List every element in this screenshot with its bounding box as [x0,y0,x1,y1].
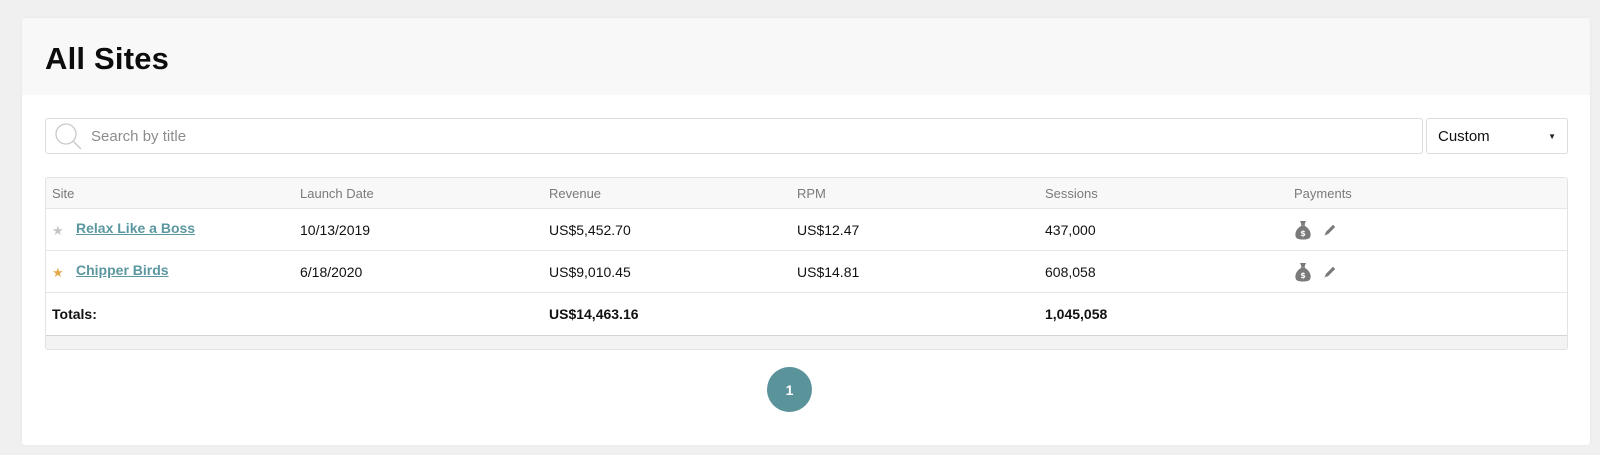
revenue-cell: US$5,452.70 [549,221,631,238]
rpm-cell: US$14.81 [797,263,860,280]
search-box[interactable] [45,118,1423,154]
launch-date-cell: 6/18/2020 [300,263,363,280]
launch-date-cell: 10/13/2019 [300,221,371,238]
pencil-icon[interactable] [1323,265,1337,279]
column-header-launch-date[interactable]: Launch Date [300,178,374,208]
svg-text:$: $ [1300,271,1306,280]
column-header-rpm[interactable]: RPM [797,178,826,208]
money-bag-icon[interactable]: $ [1294,220,1312,240]
site-cell: ★ Chipper Birds [52,251,169,292]
controls-bar: Custom ▼ [45,118,1568,154]
column-header-site[interactable]: Site [52,178,74,208]
sessions-cell: 437,000 [1045,221,1096,238]
column-header-sessions[interactable]: Sessions [1045,178,1098,208]
totals-label: Totals: [52,306,97,322]
period-select-value: Custom [1438,127,1490,145]
money-bag-icon[interactable]: $ [1294,262,1312,282]
card-header: All Sites [22,18,1590,95]
sessions-cell: 608,058 [1045,263,1096,280]
search-icon [55,123,82,150]
column-header-payments: Payments [1294,186,1352,201]
pencil-icon[interactable] [1323,223,1337,237]
rpm-cell: US$12.47 [797,221,860,238]
sites-table: Site Launch Date Revenue RPM Sessions Pa… [45,177,1568,350]
table-row: ★ Chipper Birds 6/18/2020 US$9,010.45 US… [46,251,1567,293]
caret-down-icon: ▼ [1548,132,1556,141]
table-header-row: Site Launch Date Revenue RPM Sessions Pa… [46,178,1567,209]
page-title: All Sites [45,40,170,76]
period-select[interactable]: Custom ▼ [1426,118,1568,154]
sites-card: All Sites Custom ▼ Site Launch Date Reve… [22,18,1590,445]
svg-text:$: $ [1300,229,1306,238]
star-icon[interactable]: ★ [52,262,70,281]
totals-sessions: 1,045,058 [1045,306,1108,322]
star-icon[interactable]: ★ [52,220,70,239]
payments-cell: $ [1294,251,1337,292]
site-link[interactable]: Relax Like a Boss [76,220,195,239]
totals-row: Totals: US$14,463.16 1,045,058 [46,293,1567,336]
totals-revenue: US$14,463.16 [549,306,639,322]
revenue-cell: US$9,010.45 [549,263,631,280]
site-link[interactable]: Chipper Birds [76,262,169,281]
table-footer-strip [46,336,1567,349]
pagination-page-1[interactable]: 1 [767,367,812,412]
payments-cell: $ [1294,209,1337,250]
table-row: ★ Relax Like a Boss 10/13/2019 US$5,452.… [46,209,1567,251]
search-input[interactable] [91,119,1411,153]
column-header-revenue[interactable]: Revenue [549,178,601,208]
site-cell: ★ Relax Like a Boss [52,209,195,250]
